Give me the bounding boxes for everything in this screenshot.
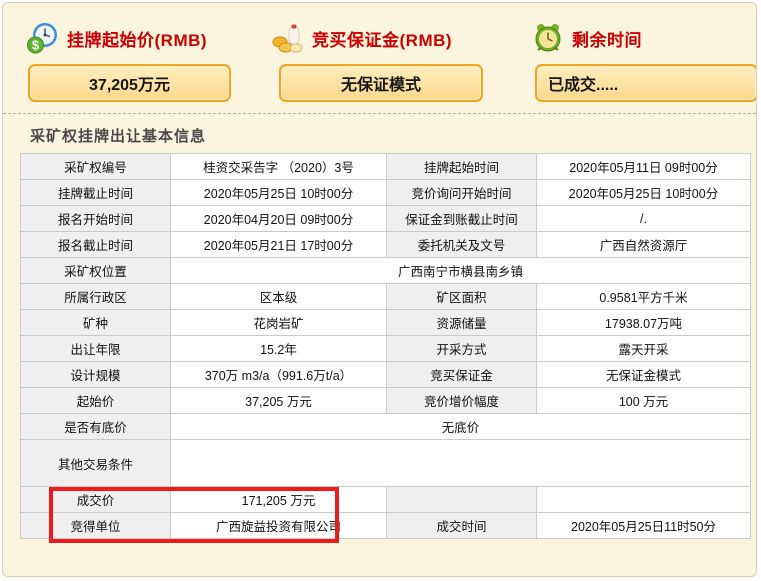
table-row: 采矿权位置 广西南宁市横县南乡镇	[21, 258, 751, 284]
deposit-value-box: 无保证模式	[279, 64, 483, 102]
table-label-cell: 竞价询问开始时间	[387, 180, 537, 206]
table-row: 所属行政区 区本级 矿区面积 0.9581平方千米	[21, 284, 751, 310]
table-row: 是否有底价 无底价	[21, 414, 751, 440]
table-row: 成交价 171,205 万元	[21, 487, 751, 513]
alarm-clock-icon	[531, 21, 565, 55]
table-value-cell: 100 万元	[537, 388, 751, 414]
auction-info-page: $ 挂牌起始价(RMB) 37,205万元 竞买保证金(	[2, 2, 757, 577]
table-row: 其他交易条件	[21, 440, 751, 487]
table-label-cell: 竞买保证金	[387, 362, 537, 388]
table-value-cell: 2020年05月25日 10时00分	[171, 180, 387, 206]
table-value-cell: 区本级	[171, 284, 387, 310]
deposit-coins-icon	[271, 21, 305, 55]
table-label-cell: 竞价增价幅度	[387, 388, 537, 414]
page-title: 采矿权挂牌出让基本信息	[30, 125, 756, 146]
remaining-time-value-box: 已成交.....	[535, 64, 757, 102]
table-value-cell: 露天开采	[537, 336, 751, 362]
table-value-cell	[537, 487, 751, 513]
table-value-cell: 2020年05月25日 10时00分	[537, 180, 751, 206]
table-label-cell: 采矿权编号	[21, 154, 171, 180]
table-label-cell: 起始价	[21, 388, 171, 414]
table-value-cell: 171,205 万元	[171, 487, 387, 513]
table-value-cell	[171, 440, 751, 487]
table-row: 设计规模 370万 m3/a（991.6万t/a） 竞买保证金 无保证金模式	[21, 362, 751, 388]
table-value-cell: 37,205 万元	[171, 388, 387, 414]
table-value-cell: 2020年05月21日 17时00分	[171, 232, 387, 258]
table-label-cell: 资源储量	[387, 310, 537, 336]
mining-rights-info-table: 采矿权编号 桂资交采告字 （2020）3号 挂牌起始时间 2020年05月11日…	[20, 153, 751, 539]
table-label-cell: 设计规模	[21, 362, 171, 388]
table-label-cell: 委托机关及文号	[387, 232, 537, 258]
table-label-cell: 矿种	[21, 310, 171, 336]
table-value-cell: 桂资交采告字 （2020）3号	[171, 154, 387, 180]
table-value-cell: 15.2年	[171, 336, 387, 362]
table-label-cell: 保证金到账截止时间	[387, 206, 537, 232]
table-value-cell: 370万 m3/a（991.6万t/a）	[171, 362, 387, 388]
summary-strip: $ 挂牌起始价(RMB) 37,205万元 竞买保证金(	[3, 3, 756, 114]
table-label-cell: 矿区面积	[387, 284, 537, 310]
table-value-cell: 花岗岩矿	[171, 310, 387, 336]
table-row: 挂牌截止时间 2020年05月25日 10时00分 竞价询问开始时间 2020年…	[21, 180, 751, 206]
table-label-cell: 所属行政区	[21, 284, 171, 310]
table-label-cell: 成交价	[21, 487, 171, 513]
table-row: 起始价 37,205 万元 竞价增价幅度 100 万元	[21, 388, 751, 414]
summary-deposit-header: 竞买保证金(RMB)	[271, 21, 452, 55]
table-label-cell: 开采方式	[387, 336, 537, 362]
table-value-cell: 无底价	[171, 414, 751, 440]
table-value-text: 无底价	[353, 417, 569, 436]
deposit-label: 竞买保证金(RMB)	[312, 26, 452, 51]
table-value-cell: 2020年05月11日 09时00分	[537, 154, 751, 180]
table-label-cell: 出让年限	[21, 336, 171, 362]
price-clock-icon: $	[26, 21, 60, 55]
table-row: 竞得单位 广西旋益投资有限公司 成交时间 2020年05月25日11时50分	[21, 513, 751, 539]
start-price-label: 挂牌起始价(RMB)	[67, 26, 207, 51]
table-value-cell: 17938.07万吨	[537, 310, 751, 336]
table-row: 报名截止时间 2020年05月21日 17时00分 委托机关及文号 广西自然资源…	[21, 232, 751, 258]
table-label-cell: 竞得单位	[21, 513, 171, 539]
table-label-cell: 成交时间	[387, 513, 537, 539]
table-value-cell: 广西旋益投资有限公司	[171, 513, 387, 539]
table-label-cell: 报名截止时间	[21, 232, 171, 258]
table-value-cell: /.	[537, 206, 751, 232]
table-value-cell: 0.9581平方千米	[537, 284, 751, 310]
table-label-cell: 采矿权位置	[21, 258, 171, 284]
table-label-cell: 挂牌起始时间	[387, 154, 537, 180]
table-row: 矿种 花岗岩矿 资源储量 17938.07万吨	[21, 310, 751, 336]
table-label-cell: 是否有底价	[21, 414, 171, 440]
table-row: 采矿权编号 桂资交采告字 （2020）3号 挂牌起始时间 2020年05月11日…	[21, 154, 751, 180]
table-row: 报名开始时间 2020年04月20日 09时00分 保证金到账截止时间 /.	[21, 206, 751, 232]
start-price-value-box: 37,205万元	[28, 64, 231, 102]
table-value-cell: 广西南宁市横县南乡镇	[171, 258, 751, 284]
table-label-cell	[387, 487, 537, 513]
table-value-cell: 无保证金模式	[537, 362, 751, 388]
table-label-cell: 其他交易条件	[21, 440, 171, 487]
table-value-cell: 2020年04月20日 09时00分	[171, 206, 387, 232]
table-value-cell: 广西自然资源厅	[537, 232, 751, 258]
remaining-time-label: 剩余时间	[572, 26, 642, 51]
summary-remaining-time-header: 剩余时间	[531, 21, 642, 55]
svg-text:$: $	[32, 38, 40, 53]
table-value-cell: 2020年05月25日11时50分	[537, 513, 751, 539]
table-row: 出让年限 15.2年 开采方式 露天开采	[21, 336, 751, 362]
table-label-cell: 挂牌截止时间	[21, 180, 171, 206]
table-label-cell: 报名开始时间	[21, 206, 171, 232]
summary-start-price-header: $ 挂牌起始价(RMB)	[26, 21, 207, 55]
